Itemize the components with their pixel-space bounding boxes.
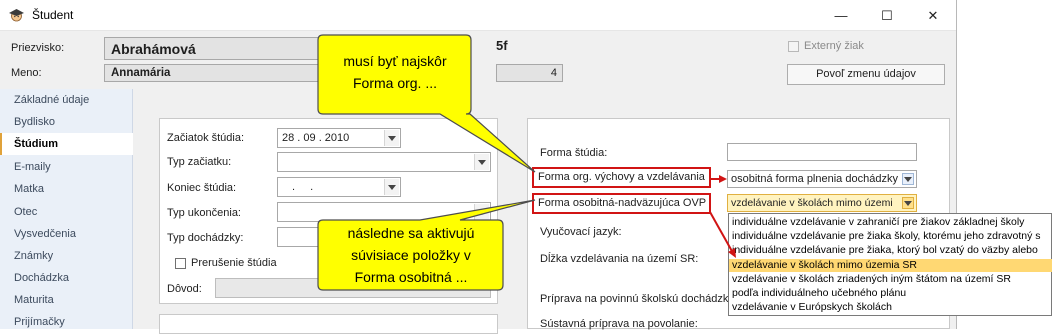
annotation-layer [317,34,736,291]
callout-first-line2: Forma org. ... [352,75,438,91]
callout-second-line2: súvisiace položky v [351,247,471,263]
callout-second-line3: Forma osobitná ... [354,269,468,285]
red-arrow-dropdown [709,211,736,258]
callout-second-line1: následne sa aktivujú [347,225,475,241]
callout-second-text: následne sa aktivujú súvisiace položky v… [320,222,502,288]
red-arrow-org-form [711,175,727,183]
callout-first-text: musí byť najskôr Forma org. ... [320,50,470,94]
callout-first-line1: musí byť najskôr [343,53,447,69]
